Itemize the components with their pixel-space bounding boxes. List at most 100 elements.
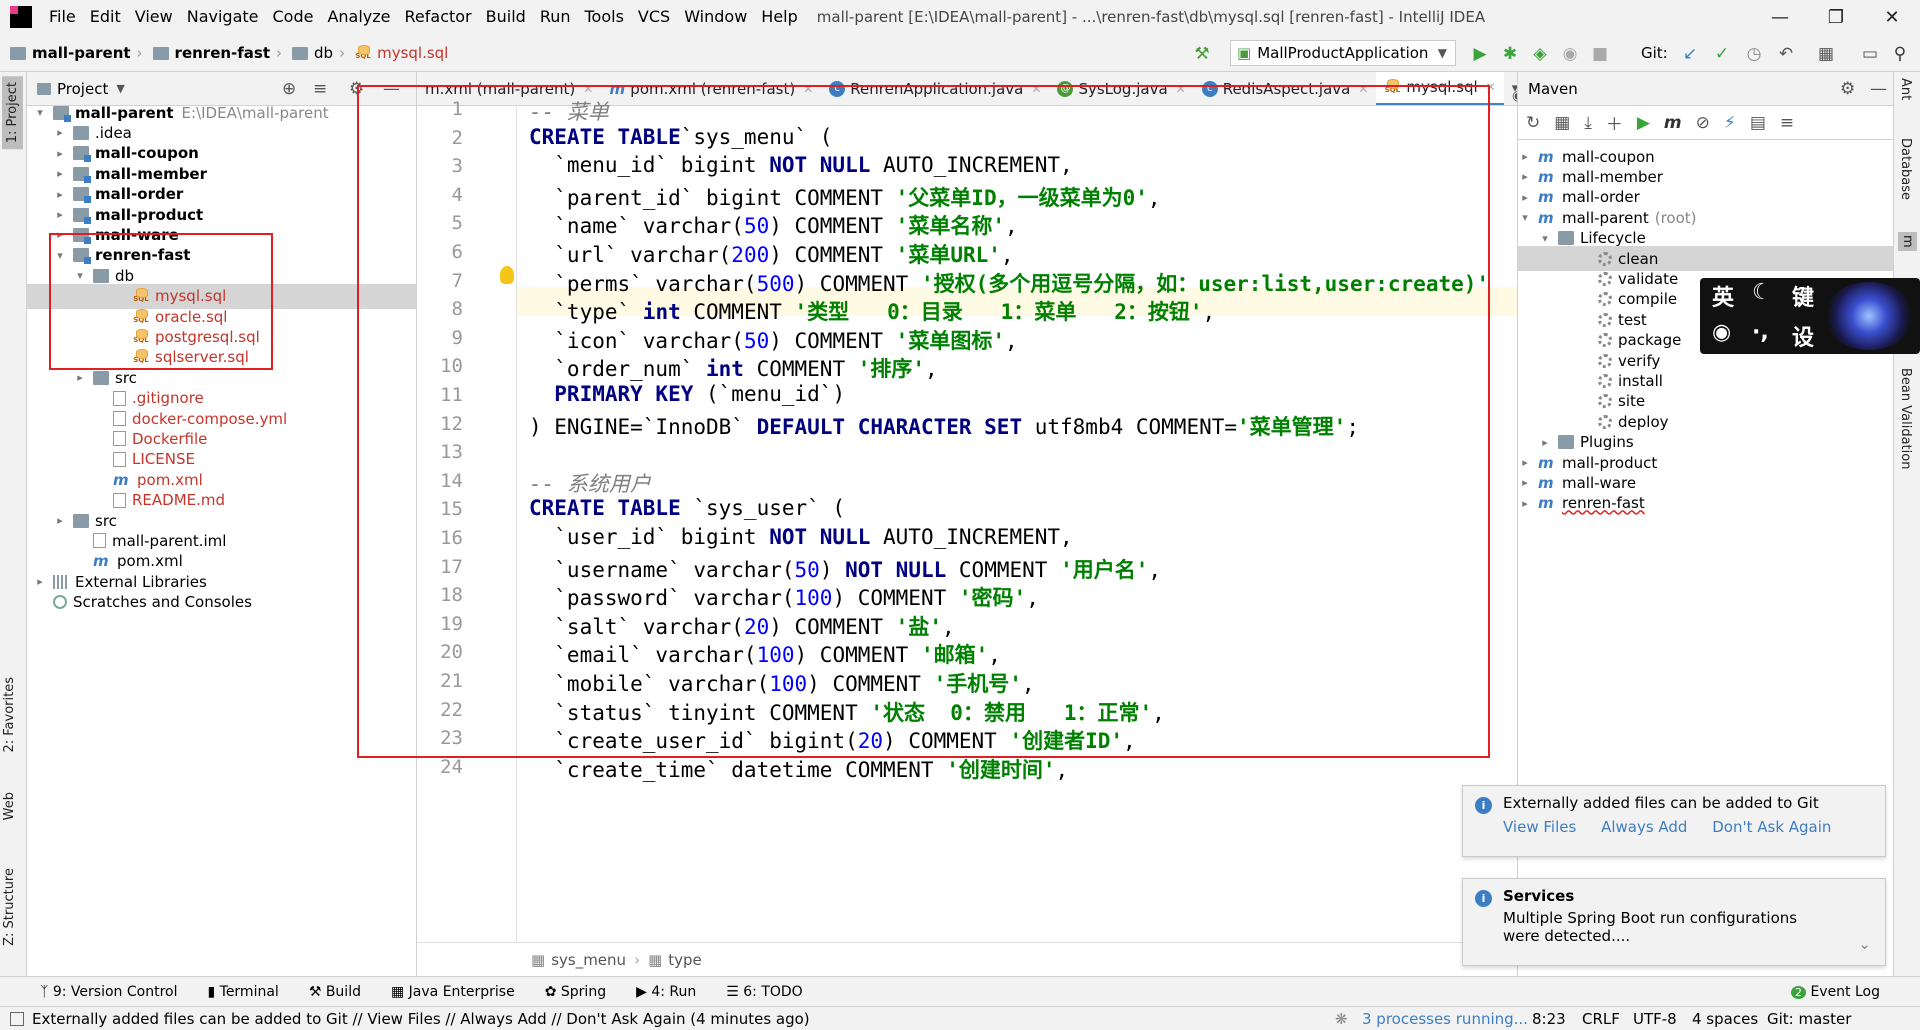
status-toggle-icon[interactable] bbox=[10, 1011, 24, 1026]
close-window-button[interactable]: ✕ bbox=[1864, 0, 1920, 34]
code-editor[interactable]: 1 2 3 4 5 6 7 8 9 10 11 12 13 14 15 16 17 18 19 20 21 22 23 24 … bbox=[357, 85, 1524, 942]
close-icon[interactable]: ✕ bbox=[583, 82, 593, 96]
chevron-down-icon[interactable]: ▾ bbox=[1538, 232, 1552, 245]
code-line[interactable]: `order_num` int COMMENT '排序', bbox=[529, 353, 937, 383]
code-line[interactable]: `create_user_id` bigint(20) COMMENT '创建者… bbox=[529, 725, 1135, 755]
code-line[interactable]: `type` int COMMENT '类型 0：目录 1：菜单 2：按钮', bbox=[529, 296, 1215, 326]
tab-mysql-sql[interactable]: SQL mysql.sql ✕ bbox=[1376, 72, 1504, 105]
search-icon[interactable]: ⚲ bbox=[1890, 44, 1910, 64]
close-icon[interactable]: ✕ bbox=[1031, 82, 1041, 96]
code-line[interactable]: `status` tinyint COMMENT '状态 0：禁用 1：正常', bbox=[529, 697, 1165, 727]
chevron-down-icon[interactable]: ▼ bbox=[116, 82, 124, 95]
tab-database-tool[interactable]: Database bbox=[1898, 138, 1913, 200]
breadcrumb-mysql-sql[interactable]: SQL mysql.sql bbox=[355, 44, 448, 62]
code-line[interactable]: `create_time` datetime COMMENT '创建时间', bbox=[529, 754, 1068, 784]
gear-icon[interactable]: ⚙ bbox=[349, 79, 364, 99]
menu-window[interactable]: Window bbox=[677, 0, 754, 34]
moon-icon[interactable]: ☾ bbox=[1752, 280, 1792, 312]
editor-crumb-column[interactable]: type bbox=[668, 951, 702, 969]
collapse-all-icon[interactable]: ≡ bbox=[313, 79, 327, 99]
menu-view[interactable]: View bbox=[128, 0, 180, 34]
tab-syslog[interactable]: @ SysLog.java ✕ bbox=[1049, 72, 1193, 105]
shirt-icon[interactable]: ◉ bbox=[1712, 320, 1752, 352]
git-commit-icon[interactable]: ✓ bbox=[1712, 44, 1732, 64]
stop-icon[interactable]: ■ bbox=[1590, 44, 1610, 64]
tab-redis-aspect[interactable]: c RedisAspect.java ✕ bbox=[1194, 72, 1377, 105]
tab-bean-validation-tool[interactable]: Bean Validation bbox=[1898, 368, 1913, 469]
dont-ask-again-link[interactable]: Don't Ask Again bbox=[1712, 818, 1831, 836]
tab-maven-tool[interactable]: m bbox=[1898, 232, 1917, 251]
code-line[interactable]: `name` varchar(50) COMMENT '菜单名称', bbox=[529, 210, 1017, 240]
menu-refactor[interactable]: Refactor bbox=[398, 0, 479, 34]
chevron-right-icon[interactable]: ▸ bbox=[1518, 150, 1532, 163]
chevron-right-icon[interactable]: ▸ bbox=[1518, 456, 1532, 469]
editor-crumb-table[interactable]: sys_menu bbox=[551, 951, 626, 969]
git-history-icon[interactable]: ◷ bbox=[1744, 44, 1764, 64]
code-line[interactable]: `menu_id` bigint NOT NULL AUTO_INCREMENT… bbox=[529, 153, 1072, 177]
chevron-down-icon[interactable]: ▾ bbox=[1518, 211, 1532, 224]
run-tool[interactable]: ▶ 4: Run bbox=[636, 984, 696, 1000]
collapse-all-icon[interactable]: ≡ bbox=[1780, 113, 1794, 133]
menu-code[interactable]: Code bbox=[266, 0, 321, 34]
maximize-button[interactable]: ❐ bbox=[1808, 0, 1864, 34]
event-log-tool[interactable]: 2 Event Log bbox=[1790, 984, 1880, 1000]
code-line[interactable]: `user_id` bigint NOT NULL AUTO_INCREMENT… bbox=[529, 525, 1072, 549]
hide-panel-icon[interactable]: — bbox=[1870, 79, 1887, 99]
run-icon[interactable]: ▶ bbox=[1637, 113, 1650, 133]
chevron-right-icon[interactable]: ▸ bbox=[53, 228, 67, 241]
presentation-icon[interactable]: ▭ bbox=[1860, 44, 1880, 64]
code-line[interactable]: `url` varchar(200) COMMENT '菜单URL', bbox=[529, 239, 1013, 269]
code-line[interactable]: `perms` varchar(500) COMMENT '授权(多个用逗号分隔… bbox=[529, 268, 1489, 298]
run-configuration-select[interactable]: ▣ MallProductApplication ▼ bbox=[1230, 40, 1456, 66]
breadcrumb-mall-parent[interactable]: mall-parent › bbox=[10, 44, 149, 62]
code-line[interactable]: `email` varchar(100) COMMENT '邮箱', bbox=[529, 639, 1001, 669]
file-encoding[interactable]: UTF-8 bbox=[1633, 1010, 1677, 1028]
git-branch[interactable]: Git: master bbox=[1767, 1010, 1851, 1028]
menu-help[interactable]: Help bbox=[754, 0, 804, 34]
close-icon[interactable]: ✕ bbox=[1486, 80, 1496, 94]
code-line[interactable]: `mobile` varchar(100) COMMENT '手机号', bbox=[529, 668, 1034, 698]
profile-icon[interactable]: ◉ bbox=[1560, 44, 1580, 64]
tree-item[interactable]: Scratches and Consoles bbox=[27, 590, 416, 615]
code-line[interactable]: `parent_id` bigint COMMENT '父菜单ID，一级菜单为0… bbox=[529, 182, 1160, 212]
punctuation-icon[interactable]: ·, bbox=[1752, 320, 1792, 352]
ime-toolbar[interactable]: 英 ☾ 键 ◉ ·, 设 bbox=[1700, 278, 1920, 354]
download-icon[interactable]: ⤓ bbox=[1584, 113, 1592, 133]
toggle-offline-icon[interactable]: ⊘ bbox=[1696, 113, 1710, 133]
menu-run[interactable]: Run bbox=[533, 0, 578, 34]
hide-panel-icon[interactable]: — bbox=[383, 79, 400, 99]
close-icon[interactable]: ✕ bbox=[803, 82, 813, 96]
indent-setting[interactable]: 4 spaces bbox=[1692, 1010, 1758, 1028]
build-hammer-icon[interactable]: ⚒ bbox=[1192, 44, 1212, 64]
git-rollback-icon[interactable]: ↶ bbox=[1776, 44, 1796, 64]
breadcrumb-renren-fast[interactable]: renren-fast › bbox=[152, 44, 288, 62]
processes-running[interactable]: 3 processes running... bbox=[1362, 1010, 1528, 1028]
locate-target-icon[interactable]: ⊕ bbox=[282, 79, 296, 99]
chevron-down-icon[interactable]: ▾ bbox=[33, 106, 47, 119]
code-line[interactable]: PRIMARY KEY (`menu_id`) bbox=[529, 382, 845, 406]
project-view-select[interactable]: Project bbox=[57, 80, 108, 98]
chevron-right-icon[interactable]: ▸ bbox=[1538, 436, 1552, 449]
code-line[interactable]: -- 菜单 bbox=[529, 96, 609, 126]
chevron-right-icon[interactable]: ▸ bbox=[53, 147, 67, 160]
status-message[interactable]: Externally added files can be added to G… bbox=[32, 1010, 810, 1028]
minimize-button[interactable]: — bbox=[1752, 0, 1808, 34]
code-line[interactable]: -- 系统用户 bbox=[529, 468, 651, 498]
menu-build[interactable]: Build bbox=[479, 0, 533, 34]
build-tool[interactable]: ⚒ Build bbox=[309, 984, 361, 1000]
generate-sources-icon[interactable]: ▦ bbox=[1554, 113, 1570, 133]
menu-tools[interactable]: Tools bbox=[578, 0, 631, 34]
debug-icon[interactable]: ✱ bbox=[1500, 44, 1520, 64]
ime-keyboard[interactable]: 键 bbox=[1792, 280, 1832, 312]
chevron-down-icon[interactable]: ⌄ bbox=[1858, 935, 1871, 953]
code-line[interactable]: CREATE TABLE `sys_user` ( bbox=[529, 496, 845, 520]
chevron-right-icon[interactable]: ▸ bbox=[53, 126, 67, 139]
code-line[interactable]: `username` varchar(50) NOT NULL COMMENT … bbox=[529, 554, 1161, 584]
code-line[interactable]: `icon` varchar(50) COMMENT '菜单图标', bbox=[529, 325, 1017, 355]
tab-structure-tool[interactable]: Z: Structure bbox=[2, 868, 17, 946]
project-structure-icon[interactable]: ▦ bbox=[1816, 44, 1836, 64]
view-files-link[interactable]: View Files bbox=[1503, 818, 1576, 836]
add-icon[interactable]: ＋ bbox=[1606, 110, 1623, 135]
chevron-right-icon[interactable]: ▸ bbox=[1518, 191, 1532, 204]
tab-project-tool[interactable]: 1: Project bbox=[2, 76, 23, 150]
